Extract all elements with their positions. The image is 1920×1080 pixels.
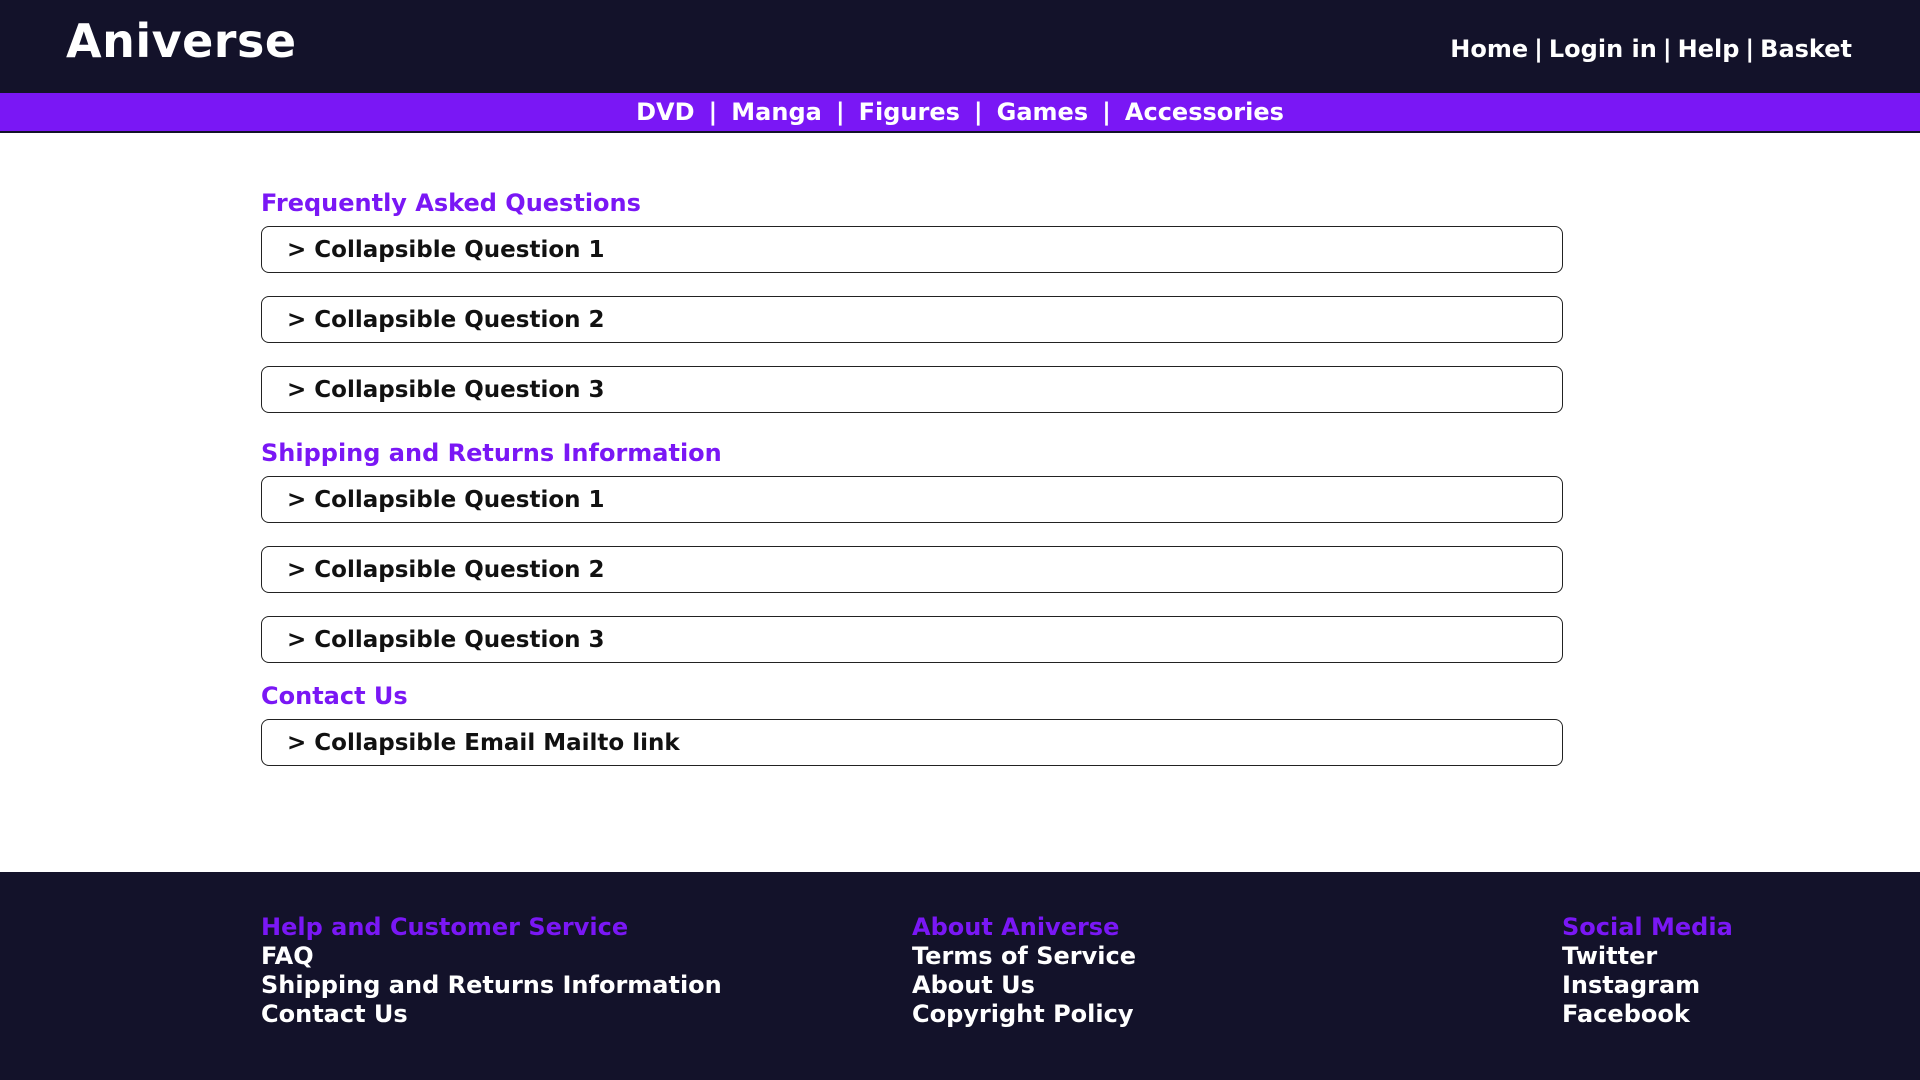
login-link[interactable]: Login in (1549, 35, 1657, 63)
faq-question-3[interactable]: > Collapsible Question 3 (261, 366, 1563, 413)
nav-item-dvd[interactable]: DVD (636, 98, 694, 126)
separator: | (1662, 35, 1672, 63)
separator: | (1745, 35, 1755, 63)
footer-about-column: About Aniverse Terms of Service About Us… (912, 913, 1136, 1029)
footer-link-twitter[interactable]: Twitter (1562, 942, 1733, 971)
footer-social-title: Social Media (1562, 913, 1733, 941)
shipping-question-2[interactable]: > Collapsible Question 2 (261, 546, 1563, 593)
footer-social-column: Social Media Twitter Instagram Facebook (1562, 913, 1733, 1029)
footer-help-title: Help and Customer Service (261, 913, 629, 941)
footer-link-shipping[interactable]: Shipping and Returns Information (261, 971, 722, 1000)
nav-item-figures[interactable]: Figures (859, 98, 960, 126)
footer-link-faq[interactable]: FAQ (261, 942, 722, 971)
footer-link-copyright[interactable]: Copyright Policy (912, 1000, 1136, 1029)
footer-link-about[interactable]: About Us (912, 971, 1136, 1000)
home-link[interactable]: Home (1450, 35, 1528, 63)
category-nav: DVD | Manga | Figures | Games | Accessor… (0, 93, 1920, 131)
contact-email-link[interactable]: > Collapsible Email Mailto link (261, 719, 1563, 766)
footer-link-contact[interactable]: Contact Us (261, 1000, 722, 1029)
nav-item-accessories[interactable]: Accessories (1125, 98, 1284, 126)
separator: | (1534, 35, 1543, 63)
footer-link-facebook[interactable]: Facebook (1562, 1000, 1733, 1029)
footer-link-terms[interactable]: Terms of Service (912, 942, 1136, 971)
faq-question-1[interactable]: > Collapsible Question 1 (261, 226, 1563, 273)
basket-link[interactable]: Basket (1760, 35, 1852, 63)
footer-help-column: Help and Customer Service FAQ Shipping a… (261, 913, 722, 1029)
footer-about-title: About Aniverse (912, 913, 1120, 941)
footer-link-instagram[interactable]: Instagram (1562, 971, 1733, 1000)
help-link[interactable]: Help (1678, 35, 1740, 63)
faq-question-2[interactable]: > Collapsible Question 2 (261, 296, 1563, 343)
site-footer: Help and Customer Service FAQ Shipping a… (0, 872, 1920, 1080)
site-logo[interactable]: Aniverse (66, 14, 297, 68)
nav-divider (0, 131, 1920, 133)
shipping-section-title: Shipping and Returns Information (261, 439, 722, 467)
separator: | (835, 98, 845, 126)
faq-section-title: Frequently Asked Questions (261, 189, 641, 217)
shipping-question-3[interactable]: > Collapsible Question 3 (261, 616, 1563, 663)
nav-item-manga[interactable]: Manga (731, 98, 822, 126)
contact-section-title: Contact Us (261, 682, 408, 710)
site-header: Aniverse Home | Login in | Help | Basket (0, 0, 1920, 93)
top-links: Home | Login in | Help | Basket (1450, 35, 1852, 63)
shipping-question-1[interactable]: > Collapsible Question 1 (261, 476, 1563, 523)
separator: | (708, 98, 718, 126)
separator: | (973, 98, 983, 126)
separator: | (1102, 98, 1111, 126)
nav-item-games[interactable]: Games (997, 98, 1088, 126)
